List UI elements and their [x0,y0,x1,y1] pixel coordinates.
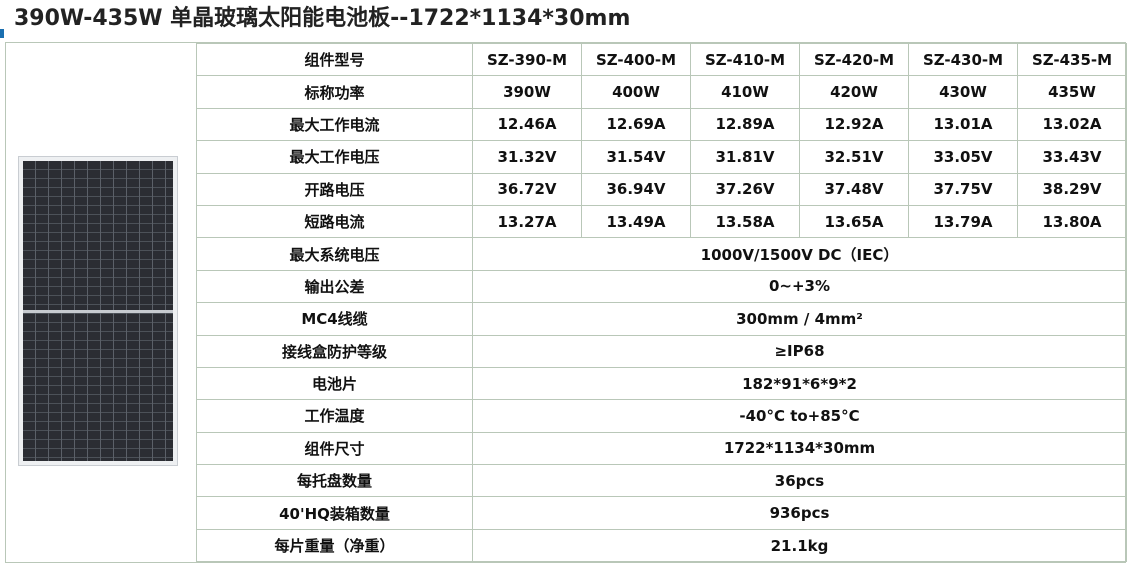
table-cell: 13.27A [472,204,582,239]
table-cell: 936pcs [472,496,1127,530]
solar-cell-grid [23,161,173,461]
row-label: 输出公差 [196,269,473,304]
row-label: 短路电流 [196,204,473,239]
table-cell: SZ-400-M [581,42,691,77]
table-row: 短路电流 13.27A 13.49A 13.58A 13.65A 13.79A … [196,204,1127,239]
solar-panel-image [18,156,178,466]
table-cell: SZ-430-M [908,42,1018,77]
table-cell: -40°C to+85°C [472,399,1127,433]
table-cell: 1000V/1500V DC（IEC） [472,237,1127,271]
table-cell: 21.1kg [472,528,1127,563]
table-row: 标称功率 390W 400W 410W 420W 430W 435W [196,75,1127,109]
table-cell: 12.46A [472,107,582,142]
row-label: 电池片 [196,366,473,401]
table-cell: 33.05V [908,140,1018,174]
table-row: 接线盒防护等级 ≥IP68 [196,334,1127,368]
table-cell: 430W [908,75,1018,109]
table-row: 工作温度 -40°C to+85°C [196,399,1127,433]
table-row: 开路电压 36.72V 36.94V 37.26V 37.48V 37.75V … [196,172,1127,206]
table-row: 最大系统电压 1000V/1500V DC（IEC） [196,237,1127,271]
row-label: 每片重量（净重） [196,528,473,563]
table-cell: 13.58A [690,204,800,239]
spec-table: 组件型号 SZ-390-M SZ-400-M SZ-410-M SZ-420-M… [196,42,1127,563]
table-cell: 12.69A [581,107,691,142]
table-row: 电池片 182*91*6*9*2 [196,366,1127,401]
row-label: 40'HQ装箱数量 [196,496,473,530]
table-cell: 0~+3% [472,269,1127,304]
table-row: 输出公差 0~+3% [196,269,1127,304]
panel-center-divider [23,310,173,313]
table-cell: 13.49A [581,204,691,239]
table-row: 组件型号 SZ-390-M SZ-400-M SZ-410-M SZ-420-M… [196,42,1127,77]
row-label: 最大工作电流 [196,107,473,142]
row-label: 工作温度 [196,399,473,433]
table-cell: 12.89A [690,107,800,142]
table-cell: 33.43V [1017,140,1127,174]
table-cell: 1722*1134*30mm [472,431,1127,466]
table-cell: 182*91*6*9*2 [472,366,1127,401]
table-cell: 31.32V [472,140,582,174]
row-label: 组件尺寸 [196,431,473,466]
page-title: 390W-435W 单晶玻璃太阳能电池板--1722*1134*30mm [14,6,631,31]
table-cell: 37.75V [908,172,1018,206]
table-cell: 13.01A [908,107,1018,142]
table-cell: ≥IP68 [472,334,1127,368]
table-cell: SZ-435-M [1017,42,1127,77]
table-cell: 420W [799,75,909,109]
table-row: 最大工作电压 31.32V 31.54V 31.81V 32.51V 33.05… [196,140,1127,174]
table-row: 组件尺寸 1722*1134*30mm [196,431,1127,466]
table-row: 40'HQ装箱数量 936pcs [196,496,1127,530]
table-row: MC4线缆 300mm / 4mm² [196,302,1127,336]
row-label: MC4线缆 [196,302,473,336]
row-label: 开路电压 [196,172,473,206]
row-label: 组件型号 [196,42,473,77]
table-cell: SZ-390-M [472,42,582,77]
table-cell: 13.65A [799,204,909,239]
table-cell: 13.79A [908,204,1018,239]
table-cell: 36pcs [472,464,1127,498]
table-row: 每片重量（净重） 21.1kg [196,528,1127,563]
row-label: 最大系统电压 [196,237,473,271]
table-row: 最大工作电流 12.46A 12.69A 12.89A 12.92A 13.01… [196,107,1127,142]
table-cell: 36.94V [581,172,691,206]
row-label: 最大工作电压 [196,140,473,174]
table-cell: 37.26V [690,172,800,206]
table-cell: 36.72V [472,172,582,206]
row-label: 接线盒防护等级 [196,334,473,368]
table-cell: 435W [1017,75,1127,109]
table-cell: 13.80A [1017,204,1127,239]
table-cell: 31.54V [581,140,691,174]
table-cell: 12.92A [799,107,909,142]
table-cell: 38.29V [1017,172,1127,206]
table-cell: 390W [472,75,582,109]
table-cell: 410W [690,75,800,109]
table-row: 每托盘数量 36pcs [196,464,1127,498]
table-cell: 32.51V [799,140,909,174]
table-cell: SZ-420-M [799,42,909,77]
table-cell: SZ-410-M [690,42,800,77]
row-label: 标称功率 [196,75,473,109]
table-cell: 13.02A [1017,107,1127,142]
table-cell: 300mm / 4mm² [472,302,1127,336]
table-cell: 400W [581,75,691,109]
row-label: 每托盘数量 [196,464,473,498]
title-accent-mark [0,29,4,38]
table-cell: 31.81V [690,140,800,174]
table-cell: 37.48V [799,172,909,206]
